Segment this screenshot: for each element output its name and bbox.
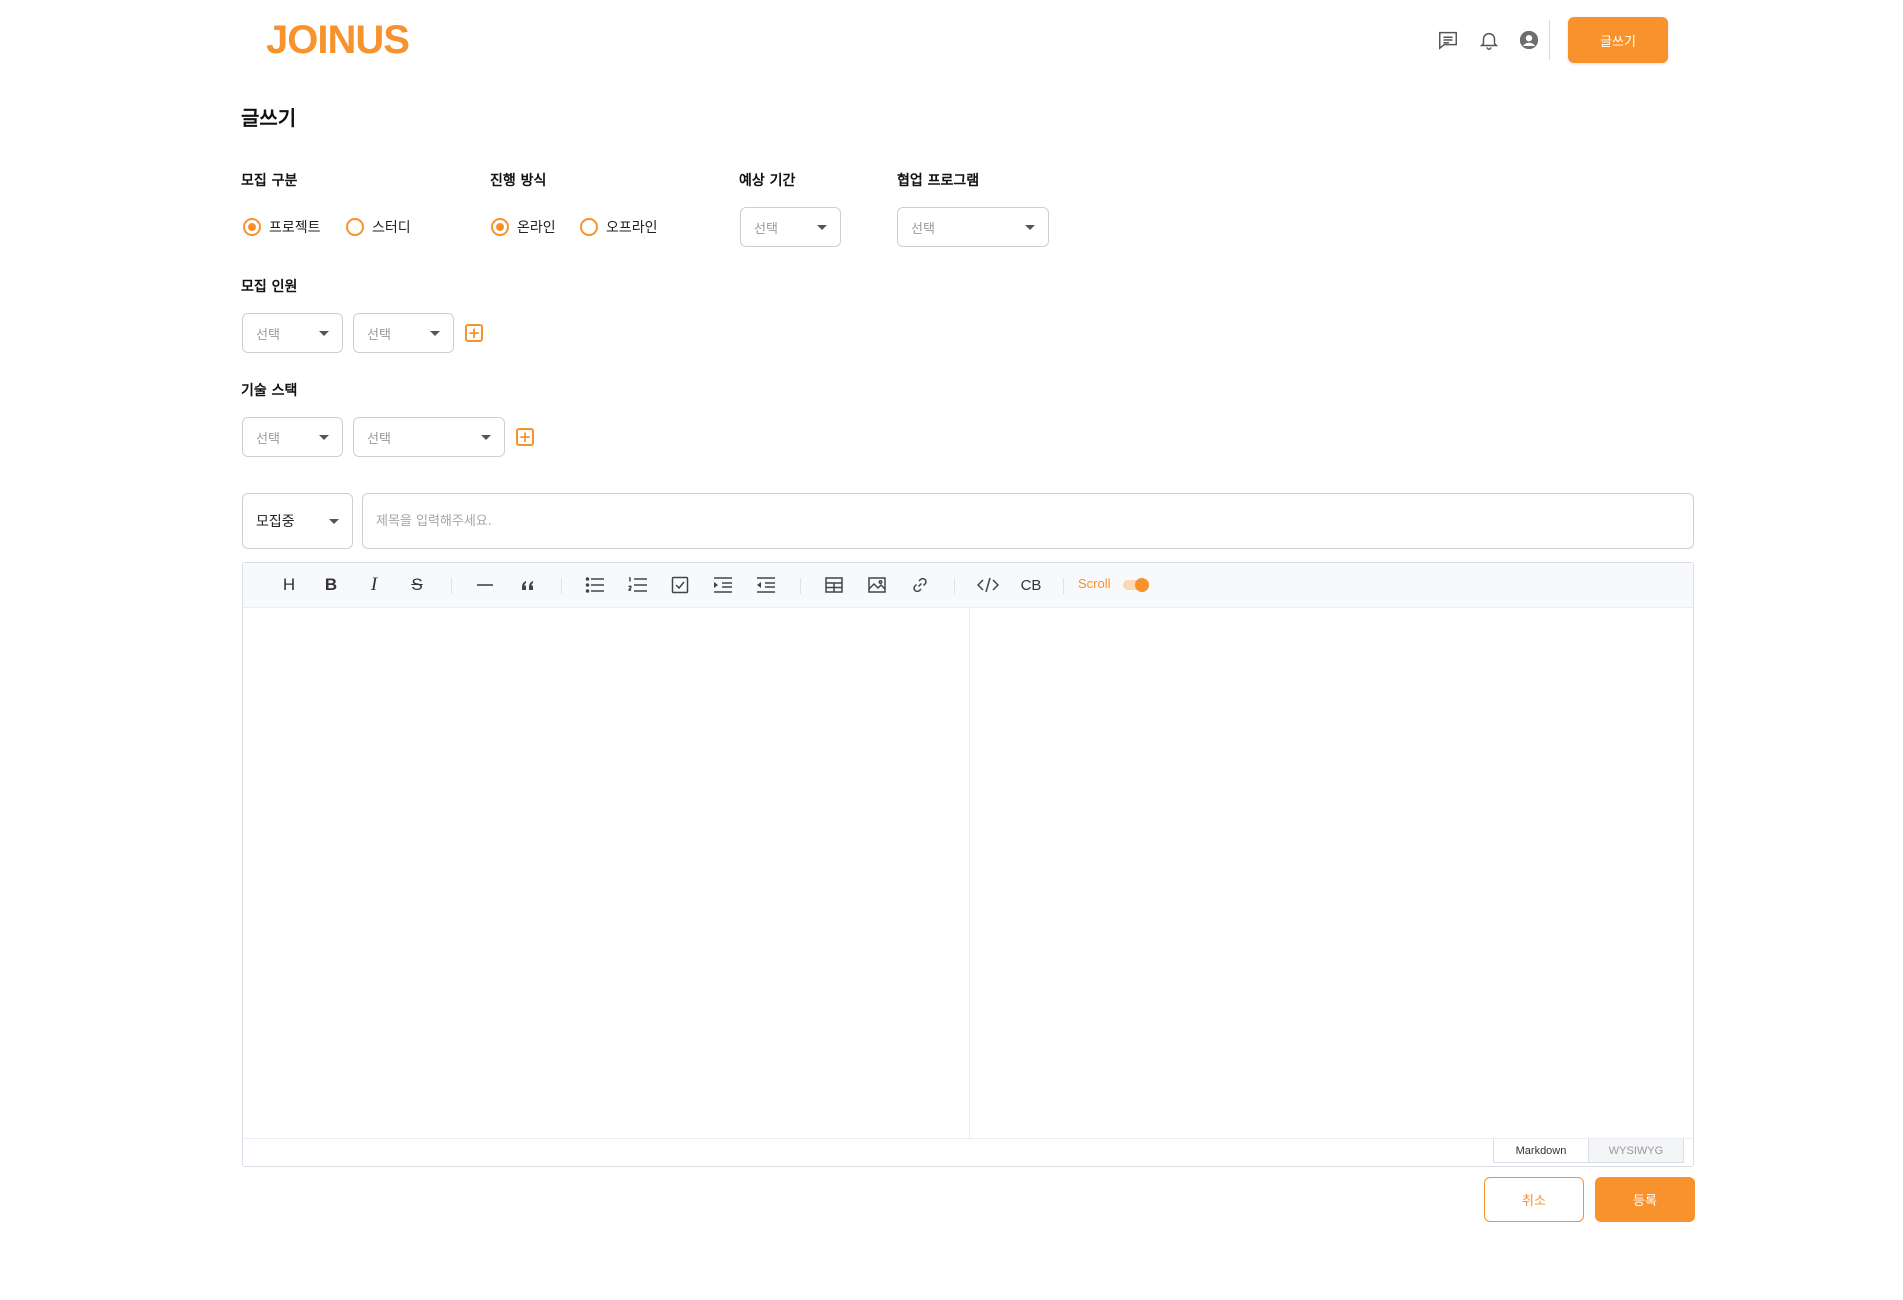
link-icon[interactable] bbox=[906, 571, 934, 599]
code-block-button[interactable]: CB bbox=[1017, 571, 1045, 599]
code-icon[interactable] bbox=[974, 571, 1002, 599]
tab-markdown[interactable]: Markdown bbox=[1493, 1139, 1589, 1163]
collab-program-value: 선택 bbox=[911, 221, 935, 237]
add-tech-icon[interactable]: + bbox=[516, 428, 534, 446]
scroll-sync-toggle[interactable] bbox=[1123, 578, 1149, 592]
table-icon[interactable] bbox=[820, 571, 848, 599]
toolbar-separator bbox=[451, 578, 452, 594]
radio-study-label: 스터디 bbox=[372, 220, 411, 236]
member-count-value: 선택 bbox=[367, 327, 391, 343]
collab-program-select[interactable]: 선택 bbox=[897, 207, 1049, 247]
bold-button[interactable]: B bbox=[317, 571, 345, 599]
message-icon[interactable] bbox=[1436, 28, 1460, 52]
markdown-input-pane[interactable] bbox=[243, 608, 969, 1138]
ordered-list-icon[interactable] bbox=[624, 571, 652, 599]
tech-category-select[interactable]: 선택 bbox=[242, 417, 343, 457]
tech-item-value: 선택 bbox=[367, 431, 391, 447]
header-divider bbox=[1549, 20, 1550, 60]
collab-program-label: 협업 프로그램 bbox=[897, 173, 980, 189]
radio-online[interactable]: 온라인 bbox=[491, 217, 556, 237]
radio-selected-icon bbox=[491, 218, 509, 236]
chevron-down-icon bbox=[1025, 224, 1035, 230]
radio-online-label: 온라인 bbox=[517, 220, 556, 236]
radio-unselected-icon bbox=[346, 218, 364, 236]
tech-stack-label: 기술 스택 bbox=[241, 383, 298, 399]
quote-icon[interactable] bbox=[514, 571, 542, 599]
chevron-down-icon bbox=[319, 434, 329, 440]
markdown-editor: H B I S CB Scroll Markdown WYSIWYG bbox=[242, 562, 1694, 1167]
submit-button[interactable]: 등록 bbox=[1595, 1177, 1695, 1222]
expected-period-select[interactable]: 선택 bbox=[740, 207, 841, 247]
toolbar-separator bbox=[1063, 578, 1064, 594]
chevron-down-icon bbox=[817, 224, 827, 230]
editor-footer-border bbox=[243, 1138, 1693, 1139]
recruit-status-value: 모집중 bbox=[256, 514, 295, 530]
radio-study[interactable]: 스터디 bbox=[346, 217, 411, 237]
chevron-down-icon bbox=[430, 330, 440, 336]
editor-toolbar: H B I S CB Scroll bbox=[243, 563, 1693, 608]
progress-method-label: 진행 방식 bbox=[490, 173, 547, 189]
italic-button[interactable]: I bbox=[360, 571, 388, 599]
page-title: 글쓰기 bbox=[241, 106, 297, 130]
radio-project[interactable]: 프로젝트 bbox=[243, 217, 321, 237]
add-member-icon[interactable]: + bbox=[465, 324, 483, 342]
preview-pane bbox=[970, 608, 1693, 1138]
horizontal-rule-icon[interactable] bbox=[471, 571, 499, 599]
expected-period-label: 예상 기간 bbox=[739, 173, 796, 189]
write-button[interactable]: 글쓰기 bbox=[1568, 17, 1668, 63]
bell-icon[interactable] bbox=[1477, 28, 1501, 52]
outdent-icon[interactable] bbox=[752, 571, 780, 599]
radio-offline[interactable]: 오프라인 bbox=[580, 217, 658, 237]
tab-wysiwyg[interactable]: WYSIWYG bbox=[1588, 1139, 1684, 1163]
chevron-down-icon bbox=[329, 518, 339, 524]
radio-selected-icon bbox=[243, 218, 261, 236]
member-count-select[interactable]: 선택 bbox=[353, 313, 454, 353]
toolbar-separator bbox=[954, 578, 955, 594]
image-icon[interactable] bbox=[863, 571, 891, 599]
heading-button[interactable]: H bbox=[275, 571, 303, 599]
cancel-button[interactable]: 취소 bbox=[1484, 1177, 1584, 1222]
indent-icon[interactable] bbox=[709, 571, 737, 599]
user-icon[interactable] bbox=[1517, 28, 1541, 52]
checklist-icon[interactable] bbox=[666, 571, 694, 599]
recruit-type-label: 모집 구분 bbox=[241, 173, 298, 189]
tech-category-value: 선택 bbox=[256, 431, 280, 447]
title-input[interactable] bbox=[362, 493, 1694, 549]
toolbar-separator bbox=[800, 578, 801, 594]
radio-unselected-icon bbox=[580, 218, 598, 236]
chevron-down-icon bbox=[481, 434, 491, 440]
scroll-sync-label: Scroll bbox=[1078, 576, 1111, 591]
bullet-list-icon[interactable] bbox=[581, 571, 609, 599]
logo[interactable]: JOINUS bbox=[266, 18, 410, 63]
toggle-knob bbox=[1135, 578, 1149, 592]
radio-offline-label: 오프라인 bbox=[606, 220, 658, 236]
chevron-down-icon bbox=[319, 330, 329, 336]
expected-period-value: 선택 bbox=[754, 221, 778, 237]
tech-item-select[interactable]: 선택 bbox=[353, 417, 505, 457]
strike-button[interactable]: S bbox=[403, 571, 431, 599]
member-role-value: 선택 bbox=[256, 327, 280, 343]
toolbar-separator bbox=[561, 578, 562, 594]
recruit-members-label: 모집 인원 bbox=[241, 279, 298, 295]
recruit-status-select[interactable]: 모집중 bbox=[242, 493, 353, 549]
member-role-select[interactable]: 선택 bbox=[242, 313, 343, 353]
radio-project-label: 프로젝트 bbox=[269, 220, 321, 236]
